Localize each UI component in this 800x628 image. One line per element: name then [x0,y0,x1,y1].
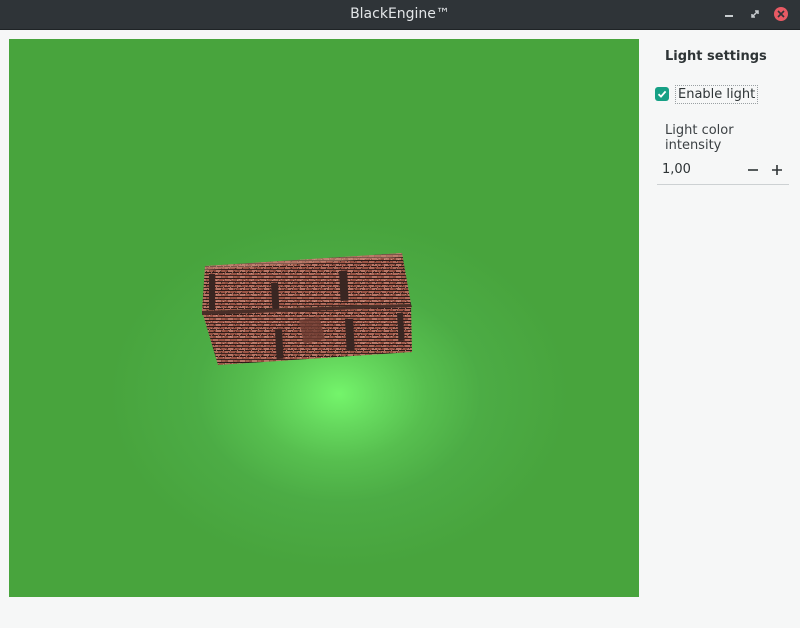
minimize-button[interactable] [722,7,736,21]
close-icon [774,7,788,21]
decrement-button[interactable] [744,161,762,179]
enable-light-label[interactable]: Enable light [675,84,759,104]
plus-icon [772,165,782,175]
window-title: BlackEngine™ [350,6,450,22]
enable-light-checkbox[interactable] [655,87,669,101]
intensity-label: Light color intensity [665,123,734,153]
light-settings-panel: Light settings Enable light Light color … [648,39,792,599]
maximize-icon [751,10,759,18]
render-viewport[interactable] [9,39,639,597]
intensity-spinbox[interactable]: 1,00 [657,156,789,185]
maximize-button[interactable] [748,7,762,21]
minus-icon [748,169,758,171]
app-window: BlackEngine™ Light settings Enable light… [0,0,800,628]
titlebar[interactable]: BlackEngine™ [0,0,800,30]
brick-box [202,253,412,365]
panel-title: Light settings [665,49,767,64]
scene-canvas [202,253,412,365]
close-button[interactable] [774,7,788,21]
intensity-value[interactable]: 1,00 [662,162,691,177]
minimize-icon [725,15,733,17]
enable-light-toggle[interactable]: Enable light [655,83,759,105]
increment-button[interactable] [768,161,786,179]
check-icon [657,90,667,98]
